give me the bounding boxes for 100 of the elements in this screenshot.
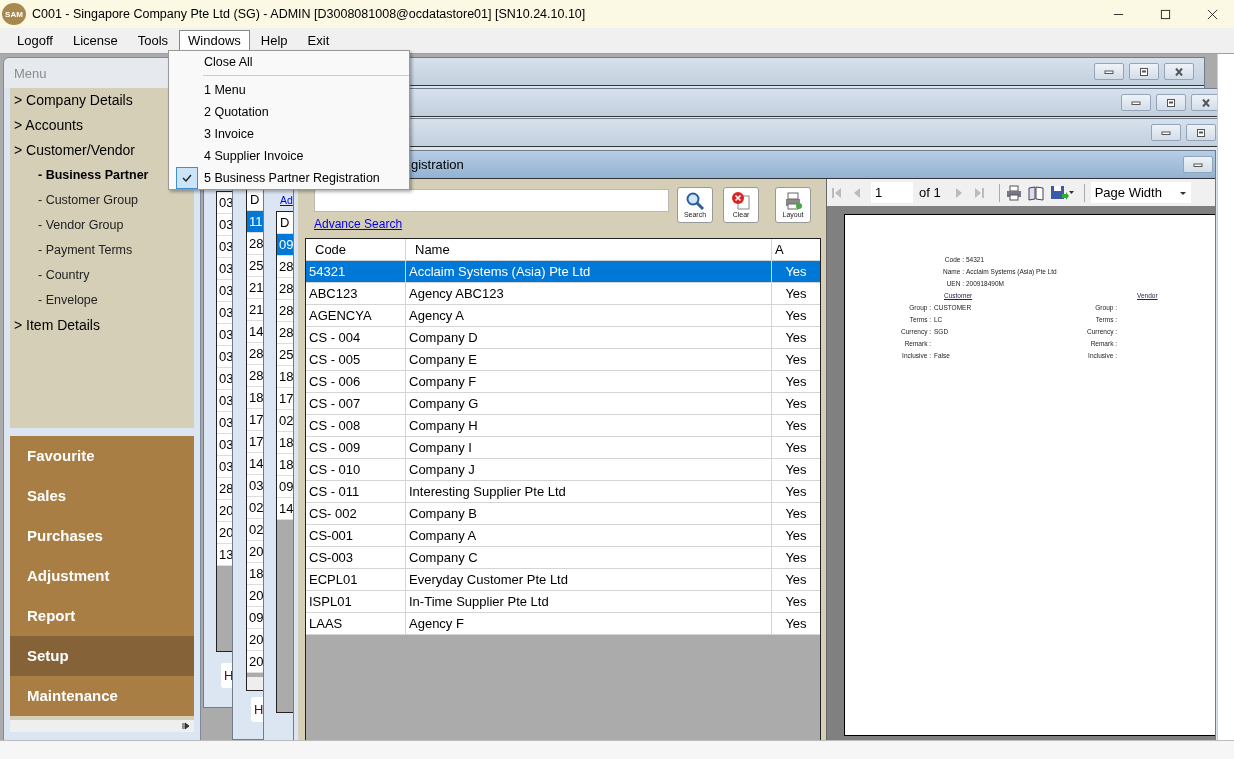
menu-item[interactable]: Tools [128, 30, 178, 51]
module-button[interactable]: Adjustment [10, 556, 194, 596]
table-row[interactable]: ECPL01 Everyday Customer Pte Ltd Yes [306, 569, 820, 591]
horizontal-scrollbar[interactable] [0, 740, 1234, 759]
horizontal-scrollbar[interactable] [10, 720, 194, 732]
maximize-button[interactable] [1186, 124, 1216, 141]
tree-item[interactable]: - Envelope [10, 288, 194, 313]
table-cell-text: Yes [784, 285, 808, 303]
menu-item[interactable]: Windows [179, 30, 250, 51]
table-cell: CS - 010 [306, 459, 406, 480]
menu-item[interactable]: Logoff [8, 30, 62, 51]
tree-item[interactable]: - Customer Group [10, 188, 194, 213]
menu-item[interactable]: 1 Menu [169, 79, 409, 101]
table-row[interactable]: ABC123 Agency ABC123 Yes [306, 283, 820, 305]
table-row[interactable]: CS- 002 Company B Yes [306, 503, 820, 525]
minimize-button[interactable] [1094, 63, 1124, 80]
maximize-button[interactable] [1156, 94, 1186, 111]
action-button[interactable]: H [221, 663, 233, 688]
table-cell: Company C [406, 547, 772, 568]
table-cell-text: Yes [784, 263, 808, 281]
module-button[interactable]: Maintenance [10, 676, 194, 716]
column-header[interactable]: Code [306, 239, 406, 260]
menu-item[interactable]: Close All [169, 51, 409, 73]
table-row[interactable]: CS - 008 Company H Yes [306, 415, 820, 437]
maximize-icon[interactable] [1160, 8, 1171, 20]
table-row[interactable]: CS - 006 Company F Yes [306, 371, 820, 393]
restore-icon [1195, 128, 1207, 137]
window-title: C001 - Singapore Company Pte Ltd (SG) - ADMIN [D3008081008@ocdatastore01] [SN10.24.10.10] [32, 7, 586, 21]
table-cell: Agency ABC123 [406, 283, 772, 304]
table-row[interactable]: 54321 Acclaim Systems (Asia) Pte Ltd Yes [306, 261, 820, 283]
scroll-right-icon[interactable] [182, 722, 190, 730]
table-cell-text: Yes [784, 571, 808, 589]
table-row[interactable]: LAAS Agency F Yes [306, 613, 820, 635]
module-button[interactable]: Sales [10, 476, 194, 516]
table-row[interactable]: CS - 009 Company I Yes [306, 437, 820, 459]
module-button[interactable]: Setup [10, 636, 194, 676]
app-logo: SAM [2, 3, 26, 25]
tree-item[interactable]: - Vendor Group [10, 213, 194, 238]
table-row[interactable]: CS-001 Company A Yes [306, 525, 820, 547]
table-cell-text: Yes [784, 593, 808, 611]
table-cell-text: Yes [784, 615, 808, 633]
table-cell: Company A [406, 525, 772, 546]
table-row[interactable]: CS-003 Company C Yes [306, 547, 820, 569]
menu-item[interactable]: 2 Quotation [169, 101, 409, 123]
table-cell: ECPL01 [306, 569, 406, 590]
module-button[interactable]: Report [10, 596, 194, 636]
table-cell: Company H [406, 415, 772, 436]
column-header[interactable]: Name [406, 239, 772, 260]
table-row[interactable]: CS - 011 Interesting Supplier Pte Ltd Yes [306, 481, 820, 503]
delete-icon [731, 191, 751, 211]
module-button[interactable]: Favourite [10, 436, 194, 476]
table-cell: CS- 002 [306, 503, 406, 524]
menu-item[interactable]: Help [251, 30, 297, 51]
table-cell-text: Yes [784, 307, 808, 325]
minimize-button[interactable] [1121, 94, 1151, 111]
table-cell: CS - 009 [306, 437, 406, 458]
table-row[interactable]: CS - 010 Company J Yes [306, 459, 820, 481]
maximize-button[interactable] [1129, 63, 1159, 80]
table-cell: ISPL01 [306, 591, 406, 612]
print-icon[interactable] [1005, 184, 1022, 201]
table-cell: Company I [406, 437, 772, 458]
minimize-button[interactable] [1151, 124, 1181, 141]
table-cell: Company B [406, 503, 772, 524]
module-button[interactable]: Purchases [10, 516, 194, 556]
menu-item[interactable]: 4 Supplier Invoice [169, 145, 409, 167]
menu-item[interactable]: 5 Business Partner Registration [169, 167, 409, 189]
search-field[interactable] [314, 189, 669, 212]
minimize-button[interactable] [1183, 156, 1213, 173]
advance-search-link[interactable]: Ad [280, 194, 293, 206]
table-row[interactable]: ISPL01 In-Time Supplier Pte Ltd Yes [306, 591, 820, 613]
table-row[interactable]: AGENCYA Agency A Yes [306, 305, 820, 327]
restore-icon [1138, 67, 1150, 76]
menu-item[interactable]: License [63, 30, 127, 51]
book-icon[interactable] [1027, 184, 1044, 201]
table-row[interactable]: CS - 004 Company D Yes [306, 327, 820, 349]
tree-item[interactable]: - Country [10, 263, 194, 288]
tree-item[interactable]: > Item Details [10, 313, 194, 338]
close-icon[interactable] [1207, 8, 1218, 20]
menu-item[interactable]: Exit [298, 30, 339, 51]
save-icon[interactable] [1049, 184, 1074, 201]
table-cell: ABC123 [306, 283, 406, 304]
table-cell-text: Yes [784, 351, 808, 369]
table-cell: In-Time Supplier Pte Ltd [406, 591, 772, 612]
table-cell: LAAS [306, 613, 406, 634]
table-row[interactable]: CS - 007 Company G Yes [306, 393, 820, 415]
table-cell: Acclaim Systems (Asia) Pte Ltd [406, 261, 772, 282]
table-cell-text: Yes [784, 483, 808, 501]
advance-search-link[interactable]: Advance Search [314, 217, 403, 231]
table-row[interactable]: CS - 005 Company E Yes [306, 349, 820, 371]
tree-item[interactable]: - Payment Terms [10, 238, 194, 263]
close-button[interactable] [1164, 63, 1194, 80]
zoom-dropdown[interactable]: Page Width [1090, 182, 1191, 203]
table-cell: Company D [406, 327, 772, 348]
vertical-scrollbar[interactable] [1217, 54, 1234, 740]
menu-item[interactable]: 3 Invoice [169, 123, 409, 145]
table-cell-text: Yes [784, 417, 808, 435]
page-field[interactable]: 1 [871, 182, 913, 203]
table-cell: Agency F [406, 613, 772, 634]
column-header[interactable]: A [772, 239, 820, 260]
table-cell: Interesting Supplier Pte Ltd [406, 481, 772, 502]
